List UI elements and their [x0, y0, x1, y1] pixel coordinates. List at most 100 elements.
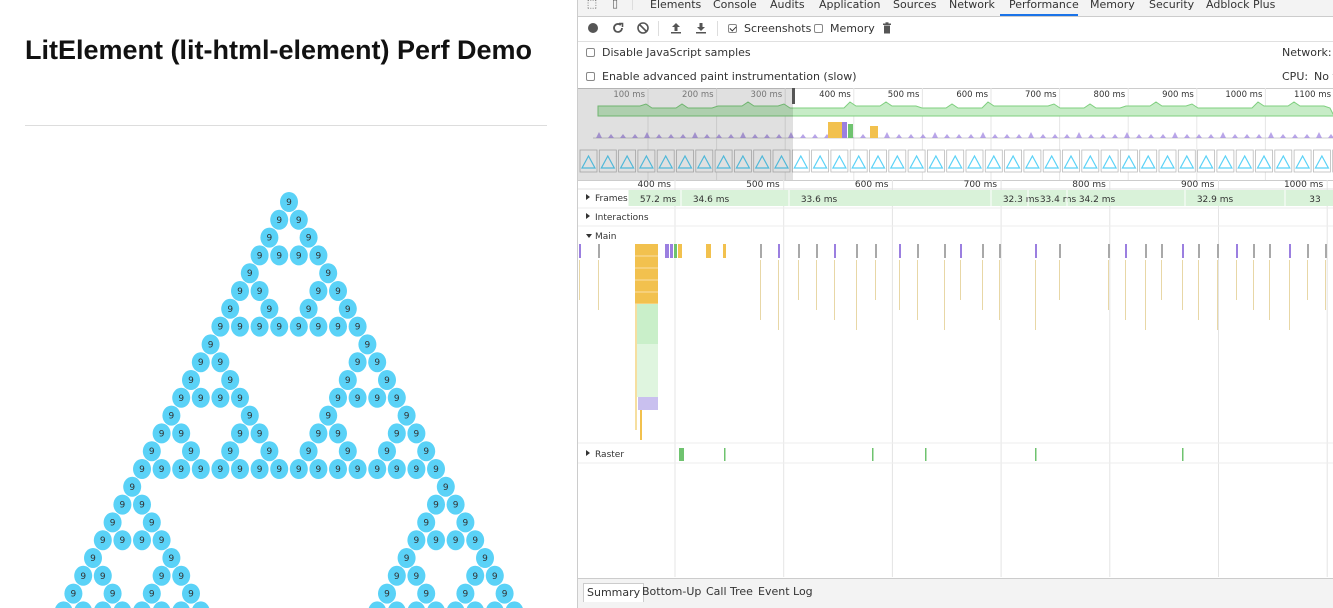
- tab-call-tree[interactable]: Call Tree: [706, 585, 753, 599]
- details-tab-bar: Summary Bottom-Up Call Tree Event Log: [578, 578, 1333, 608]
- tab-elements[interactable]: Elements: [650, 0, 701, 13]
- record-icon[interactable]: [586, 21, 600, 35]
- main-subtask: [778, 260, 779, 330]
- screenshot-thumbnail: [1235, 149, 1254, 173]
- main-subtask: [1217, 260, 1218, 330]
- triangle-node: 9: [338, 441, 357, 462]
- cpu-spike: [1232, 134, 1238, 138]
- cpu-throttle-value[interactable]: No t: [1314, 70, 1333, 84]
- node-label: 9: [316, 429, 322, 439]
- node-label: 9: [110, 590, 116, 600]
- node-label: 9: [355, 465, 361, 475]
- triangle-node: 9: [348, 459, 367, 479]
- triangle-node: 9: [172, 423, 191, 444]
- tab-bottom-up[interactable]: Bottom-Up: [642, 585, 701, 599]
- main-task: [598, 244, 600, 258]
- triangle-node: 9: [162, 548, 181, 568]
- tab-security[interactable]: Security: [1149, 0, 1194, 13]
- node-label: 9: [335, 429, 341, 439]
- tab-event-log[interactable]: Event Log: [758, 585, 813, 599]
- node-label: 9: [325, 269, 331, 279]
- tab-sources[interactable]: Sources: [893, 0, 937, 13]
- overview-tick-label: 700 ms: [1025, 90, 1057, 100]
- triangle-node: 9: [250, 245, 269, 266]
- triangle-node: 9: [84, 548, 102, 568]
- node-label: 9: [443, 483, 449, 493]
- tab-network[interactable]: Network: [949, 0, 995, 13]
- node-label: 9: [374, 465, 380, 475]
- cpu-spike: [1244, 134, 1250, 138]
- triangle-node: 9: [387, 423, 406, 444]
- tab-audits[interactable]: Audits: [770, 0, 805, 13]
- triangle-node: 9: [231, 423, 249, 444]
- upload-icon[interactable]: [669, 21, 683, 35]
- node-label: 9: [286, 198, 292, 208]
- memory-checkbox[interactable]: [814, 24, 823, 33]
- disable-js-samples-checkbox[interactable]: [586, 48, 595, 57]
- cpu-spike: [1124, 132, 1130, 138]
- node-label: 9: [316, 287, 322, 297]
- advanced-paint-label: Enable advanced paint instrumentation (s…: [602, 70, 857, 83]
- main-task: [1182, 244, 1184, 258]
- triangle-node: 9: [142, 512, 161, 533]
- triangle-node: 9: [133, 530, 151, 551]
- node-label: 9: [178, 572, 184, 582]
- cpu-spike: [884, 132, 890, 138]
- cpu-spike: [1148, 134, 1154, 138]
- triangle-node: 9: [250, 459, 269, 479]
- triangle-node: 9: [309, 423, 328, 444]
- cpu-spike: [800, 134, 806, 138]
- triangle-node: 9: [64, 583, 83, 604]
- raster-task: [1182, 448, 1184, 461]
- inspect-element-icon[interactable]: ⬚: [586, 0, 598, 10]
- triangle-node: 9: [299, 298, 318, 319]
- node-label: 9: [296, 216, 302, 226]
- node-label: 9: [139, 536, 145, 546]
- triangle-node: 9: [309, 281, 328, 301]
- cpu-spike: [1052, 134, 1058, 138]
- node-label: 9: [472, 536, 478, 546]
- advanced-paint-checkbox[interactable]: [586, 72, 595, 81]
- sierpinski-triangle: 99 99 99 9 9 99 99 9 9 99 9 9 99 9 9 9 9 9 9 99 99 9 9 99 9 9 99 9 9…: [55, 192, 523, 608]
- download-icon[interactable]: [694, 21, 708, 35]
- node-label: 9: [208, 340, 214, 350]
- raster-task: [679, 448, 684, 461]
- timeline-overview[interactable]: 100 ms 200 ms 300 ms 400 ms 500 ms 600 ms 700 …: [578, 88, 1333, 181]
- trash-icon[interactable]: [880, 21, 894, 35]
- node-label: 9: [218, 323, 224, 333]
- triangle-node: 9: [123, 476, 142, 497]
- tab-performance[interactable]: Performance: [1009, 0, 1079, 13]
- device-toolbar-icon[interactable]: ▯: [609, 0, 621, 10]
- reload-icon[interactable]: [611, 21, 625, 35]
- clear-icon[interactable]: [636, 21, 650, 35]
- flame-chart[interactable]: 400 ms 500 ms 600 ms 700 ms 800 ms 900 ms 1000…: [578, 180, 1333, 577]
- tab-application[interactable]: Application: [819, 0, 880, 13]
- node-label: 9: [178, 429, 184, 439]
- tab-summary[interactable]: Summary: [583, 583, 645, 602]
- triangle-node: 9: [260, 441, 279, 462]
- screenshots-checkbox[interactable]: [728, 24, 737, 33]
- triangle-node: 9: [289, 245, 308, 266]
- triangle-node: 9: [417, 441, 436, 462]
- node-label: 9: [345, 305, 351, 315]
- triangle-node: 9: [407, 423, 426, 444]
- main-task: [579, 244, 581, 258]
- triangle-node: 9: [456, 583, 475, 604]
- main-subtask: [875, 260, 876, 300]
- node-label: 9: [169, 554, 175, 564]
- triangle-node: 9: [172, 565, 191, 586]
- node-label: 9: [335, 323, 341, 333]
- node-label: 9: [100, 572, 106, 582]
- node-label: 9: [394, 394, 400, 404]
- triangle-node: 9: [446, 530, 465, 551]
- main-task: [1217, 244, 1219, 258]
- node-label: 9: [276, 323, 282, 333]
- node-label: 9: [453, 536, 459, 546]
- triangle-node: 9: [348, 387, 367, 408]
- node-label: 9: [169, 412, 175, 422]
- tab-adblock-plus[interactable]: Adblock Plus: [1206, 0, 1275, 13]
- node-label: 9: [90, 554, 96, 564]
- tab-memory[interactable]: Memory: [1090, 0, 1135, 13]
- overview-dimmed-range: [578, 88, 793, 180]
- tab-console[interactable]: Console: [713, 0, 757, 13]
